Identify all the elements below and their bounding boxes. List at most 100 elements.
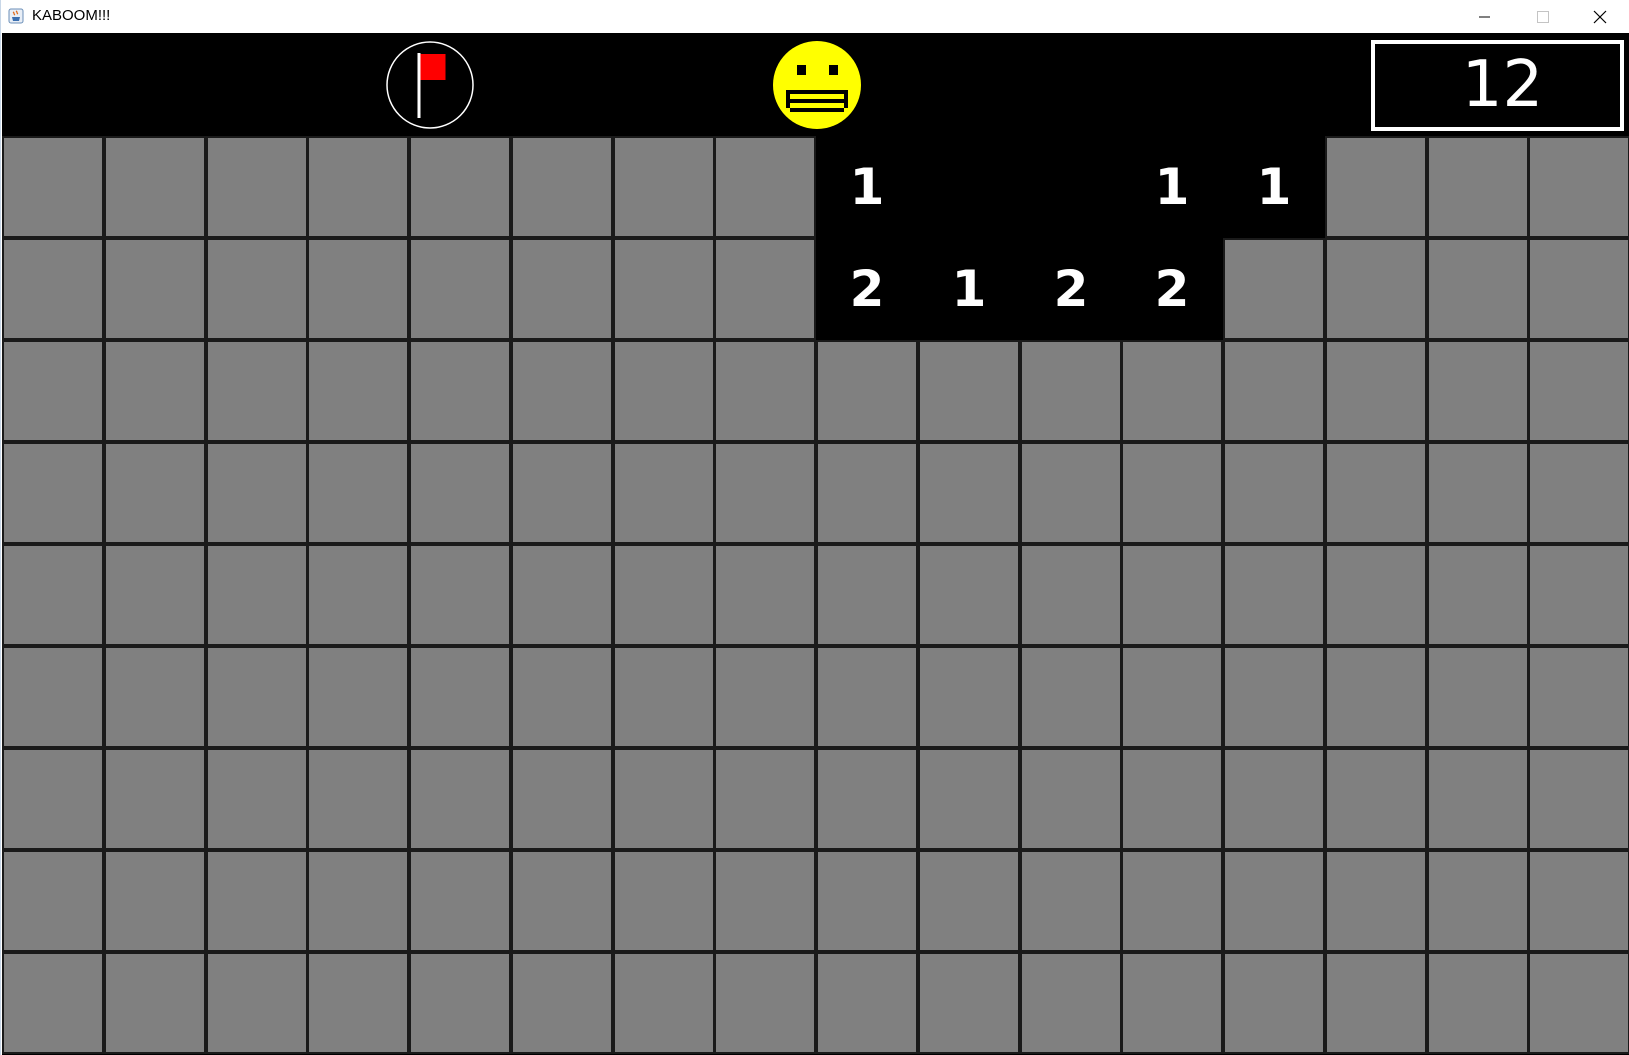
hidden-cell[interactable] xyxy=(1427,748,1529,850)
hidden-cell[interactable] xyxy=(104,544,206,646)
hidden-cell[interactable] xyxy=(1325,544,1427,646)
hidden-cell[interactable] xyxy=(511,544,613,646)
hidden-cell[interactable] xyxy=(816,340,918,442)
hidden-cell[interactable] xyxy=(409,646,511,748)
hidden-cell[interactable] xyxy=(714,136,816,238)
hidden-cell[interactable] xyxy=(918,340,1020,442)
hidden-cell[interactable] xyxy=(206,646,308,748)
hidden-cell[interactable] xyxy=(816,952,918,1054)
hidden-cell[interactable] xyxy=(1020,544,1122,646)
hidden-cell[interactable] xyxy=(511,442,613,544)
hidden-cell[interactable] xyxy=(2,952,104,1054)
hidden-cell[interactable] xyxy=(409,952,511,1054)
hidden-cell[interactable] xyxy=(816,748,918,850)
hidden-cell[interactable] xyxy=(2,850,104,952)
hidden-cell[interactable] xyxy=(714,544,816,646)
hidden-cell[interactable] xyxy=(1020,340,1122,442)
hidden-cell[interactable] xyxy=(1325,850,1427,952)
hidden-cell[interactable] xyxy=(1223,850,1325,952)
hidden-cell[interactable] xyxy=(1325,136,1427,238)
hidden-cell[interactable] xyxy=(104,238,206,340)
hidden-cell[interactable] xyxy=(1020,442,1122,544)
hidden-cell[interactable] xyxy=(104,952,206,1054)
hidden-cell[interactable] xyxy=(918,748,1020,850)
hidden-cell[interactable] xyxy=(104,340,206,442)
hidden-cell[interactable] xyxy=(1528,952,1629,1054)
hidden-cell[interactable] xyxy=(714,850,816,952)
hidden-cell[interactable] xyxy=(409,850,511,952)
hidden-cell[interactable] xyxy=(1528,544,1629,646)
hidden-cell[interactable] xyxy=(714,340,816,442)
hidden-cell[interactable] xyxy=(613,238,715,340)
hidden-cell[interactable] xyxy=(307,646,409,748)
hidden-cell[interactable] xyxy=(1427,544,1529,646)
hidden-cell[interactable] xyxy=(1528,850,1629,952)
hidden-cell[interactable] xyxy=(918,646,1020,748)
hidden-cell[interactable] xyxy=(1223,442,1325,544)
hidden-cell[interactable] xyxy=(206,544,308,646)
hidden-cell[interactable] xyxy=(1020,850,1122,952)
hidden-cell[interactable] xyxy=(613,544,715,646)
hidden-cell[interactable] xyxy=(1223,952,1325,1054)
hidden-cell[interactable] xyxy=(714,748,816,850)
reset-smiley-button[interactable] xyxy=(772,40,862,130)
hidden-cell[interactable] xyxy=(307,544,409,646)
hidden-cell[interactable] xyxy=(511,136,613,238)
hidden-cell[interactable] xyxy=(1427,952,1529,1054)
hidden-cell[interactable] xyxy=(1325,952,1427,1054)
hidden-cell[interactable] xyxy=(1223,340,1325,442)
hidden-cell[interactable] xyxy=(206,748,308,850)
hidden-cell[interactable] xyxy=(613,442,715,544)
hidden-cell[interactable] xyxy=(714,952,816,1054)
hidden-cell[interactable] xyxy=(1325,442,1427,544)
hidden-cell[interactable] xyxy=(206,238,308,340)
hidden-cell[interactable] xyxy=(613,952,715,1054)
hidden-cell[interactable] xyxy=(613,340,715,442)
hidden-cell[interactable] xyxy=(307,850,409,952)
hidden-cell[interactable] xyxy=(1121,544,1223,646)
hidden-cell[interactable] xyxy=(1427,850,1529,952)
hidden-cell[interactable] xyxy=(1325,646,1427,748)
hidden-cell[interactable] xyxy=(1427,136,1529,238)
hidden-cell[interactable] xyxy=(307,136,409,238)
hidden-cell[interactable] xyxy=(206,442,308,544)
hidden-cell[interactable] xyxy=(409,442,511,544)
flag-mode-button[interactable] xyxy=(385,40,475,130)
hidden-cell[interactable] xyxy=(307,952,409,1054)
hidden-cell[interactable] xyxy=(104,646,206,748)
hidden-cell[interactable] xyxy=(816,544,918,646)
hidden-cell[interactable] xyxy=(816,850,918,952)
hidden-cell[interactable] xyxy=(409,238,511,340)
hidden-cell[interactable] xyxy=(714,442,816,544)
hidden-cell[interactable] xyxy=(2,238,104,340)
hidden-cell[interactable] xyxy=(104,748,206,850)
hidden-cell[interactable] xyxy=(1121,442,1223,544)
hidden-cell[interactable] xyxy=(1325,238,1427,340)
hidden-cell[interactable] xyxy=(1121,748,1223,850)
hidden-cell[interactable] xyxy=(1528,136,1629,238)
title-bar[interactable]: KABOOM!!! xyxy=(1,0,1629,33)
hidden-cell[interactable] xyxy=(918,850,1020,952)
hidden-cell[interactable] xyxy=(511,238,613,340)
hidden-cell[interactable] xyxy=(1325,340,1427,442)
hidden-cell[interactable] xyxy=(1427,238,1529,340)
hidden-cell[interactable] xyxy=(2,442,104,544)
hidden-cell[interactable] xyxy=(1528,238,1629,340)
hidden-cell[interactable] xyxy=(816,646,918,748)
hidden-cell[interactable] xyxy=(816,442,918,544)
hidden-cell[interactable] xyxy=(613,136,715,238)
hidden-cell[interactable] xyxy=(206,340,308,442)
hidden-cell[interactable] xyxy=(1020,952,1122,1054)
hidden-cell[interactable] xyxy=(307,442,409,544)
hidden-cell[interactable] xyxy=(511,748,613,850)
hidden-cell[interactable] xyxy=(1528,340,1629,442)
hidden-cell[interactable] xyxy=(511,850,613,952)
hidden-cell[interactable] xyxy=(409,136,511,238)
hidden-cell[interactable] xyxy=(206,952,308,1054)
hidden-cell[interactable] xyxy=(1223,646,1325,748)
hidden-cell[interactable] xyxy=(307,238,409,340)
hidden-cell[interactable] xyxy=(1427,340,1529,442)
hidden-cell[interactable] xyxy=(918,952,1020,1054)
hidden-cell[interactable] xyxy=(1121,952,1223,1054)
hidden-cell[interactable] xyxy=(1020,748,1122,850)
